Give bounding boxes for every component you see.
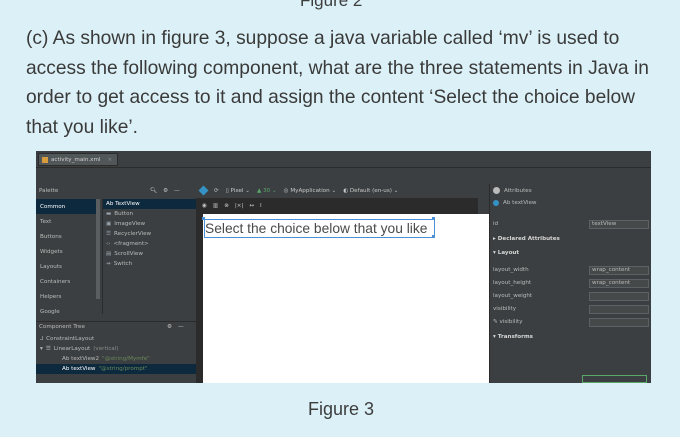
attr-value-field[interactable] (589, 291, 649, 301)
close-icon[interactable]: × (107, 157, 112, 163)
attr-value-field[interactable] (589, 317, 649, 327)
attr-value-field[interactable]: wrap_content (589, 278, 649, 288)
tree-node[interactable]: Ab textView2 "@string/Mymfe" (36, 354, 196, 364)
image-icon: ▣ (106, 221, 112, 227)
list-icon: ☰ (106, 231, 112, 237)
figure-caption: Figure 3 (308, 399, 375, 419)
pack-icon[interactable]: ↔ (249, 203, 254, 209)
palette-category[interactable]: Buttons (36, 229, 96, 244)
palette-category[interactable]: Containers (36, 274, 96, 289)
selected-component: Ab textView (490, 197, 651, 208)
tools-icon: ✎ (493, 319, 498, 325)
palette-widget[interactable]: ▬ Button (103, 209, 196, 219)
palette-scrollbar[interactable] (96, 199, 100, 299)
attr-row: layout_width wrap_content (490, 264, 651, 276)
declared-attributes-section[interactable]: ▸ Declared Attributes (493, 236, 560, 242)
device-selector[interactable]: ▯ Pixel ⌄ (226, 188, 250, 194)
palette-category[interactable]: Layouts (36, 259, 96, 274)
id-field[interactable]: textView (589, 219, 649, 229)
switch-icon: ⇸ (106, 261, 111, 267)
palette-category[interactable]: Widgets (36, 244, 96, 259)
palette-widget[interactable]: ⇸ Switch (103, 259, 196, 269)
tree-node[interactable]: ⅃ ConstraintLayout (36, 334, 196, 344)
margin-icon[interactable]: |×| (235, 203, 243, 209)
align-icon[interactable]: I (260, 203, 262, 209)
attr-row: ✎ visibility (490, 316, 651, 328)
resize-handle[interactable] (202, 217, 205, 220)
question-text: (c) As shown in figure 3, suppose a java… (26, 28, 649, 138)
linear-layout-icon: ☰ (45, 346, 51, 352)
component-icon (493, 199, 499, 206)
button-icon: ▬ (106, 211, 112, 217)
palette-widget[interactable]: ▣ ImageView (103, 219, 196, 229)
attr-row-id: id textView (490, 218, 651, 230)
layout-section[interactable]: ▾ Layout (493, 250, 519, 256)
info-icon (493, 187, 500, 194)
theme-selector[interactable]: ◎ MyApplication ⌄ (284, 188, 337, 194)
minimize-icon[interactable]: — (174, 188, 180, 194)
design-mode-icon[interactable] (198, 185, 209, 196)
transform-preview (582, 375, 647, 383)
android-studio-screenshot: activity_main.xml × Palette 🔍︎ ⚙ — ⟳ ▯ P… (36, 151, 651, 383)
palette-category[interactable]: Google (36, 304, 96, 319)
component-tree-tools: ⚙ — (167, 321, 184, 332)
minimize-icon[interactable]: — (178, 324, 184, 330)
attributes-header: Attributes (490, 184, 651, 197)
palette-categories: Common Text Buttons Widgets Layouts Cont… (36, 199, 96, 315)
gear-icon[interactable]: ⚙ (167, 324, 172, 330)
attr-value-field[interactable]: wrap_content (589, 265, 649, 275)
palette-widget[interactable]: ‹› <fragment> (103, 239, 196, 249)
constraint-layout-icon: ⅃ (40, 336, 44, 342)
palette-tools: 🔍︎ ⚙ — (150, 184, 180, 197)
palette-category[interactable]: Text (36, 214, 96, 229)
file-tab[interactable]: activity_main.xml × (38, 153, 118, 166)
magnet-icon[interactable]: ⊗ (224, 203, 229, 209)
tree-node-selected[interactable]: Ab textView "@string/prompt" (36, 364, 196, 374)
resize-handle[interactable] (432, 217, 435, 220)
palette-widgets: Ab TextView ▬ Button ▣ ImageView ☰ Recycler… (102, 199, 196, 314)
attr-row: visibility (490, 303, 651, 315)
editor-tabs: activity_main.xml × (36, 151, 651, 168)
attr-value-field[interactable] (589, 304, 649, 314)
selected-textview[interactable]: Select the choice below that you like (204, 219, 435, 238)
palette-category[interactable]: Helpers (36, 289, 96, 304)
tree-node[interactable]: ▾ ☰ LinearLayout (vertical) (36, 344, 196, 354)
device-canvas[interactable] (203, 214, 489, 383)
blueprint-icon[interactable]: ▥ (213, 203, 218, 209)
fragment-icon: ‹› (106, 241, 111, 247)
search-icon[interactable]: 🔍︎ (150, 188, 157, 194)
palette-category[interactable]: Common (36, 199, 96, 214)
palette-widget[interactable]: ▤ ScrollView (103, 249, 196, 259)
api-selector[interactable]: ▲ 30 ⌄ (257, 188, 277, 194)
scroll-icon: ▤ (106, 251, 112, 257)
locale-selector[interactable]: ◐ Default (en-us) ⌄ (343, 188, 398, 194)
gear-icon[interactable]: ⚙ (163, 188, 168, 194)
attributes-panel: Attributes Ab textView id textView ▸ Dec… (489, 184, 651, 383)
component-tree: ⅃ ConstraintLayout ▾ ☰ LinearLayout (vertica… (36, 334, 196, 374)
design-surface-toolbar: ◉ ▥ ⊗ |×| ↔ I (196, 200, 478, 212)
attr-row: layout_weight (490, 290, 651, 302)
file-tab-label: activity_main.xml (51, 156, 101, 163)
palette-widget[interactable]: ☰ RecyclerView (103, 229, 196, 239)
transforms-section[interactable]: ▾ Transforms (493, 334, 533, 340)
design-toolbar: ⟳ ▯ Pixel ⌄ ▲ 30 ⌄ ◎ MyApplication ⌄ ◐ D… (196, 184, 478, 197)
previous-figure-caption: Figure 2 (300, 0, 363, 10)
orientation-icon[interactable]: ⟳ (214, 188, 219, 194)
expand-icon[interactable]: ▾ (40, 346, 43, 352)
xml-file-icon (42, 156, 48, 163)
resize-handle[interactable] (432, 235, 435, 238)
eye-icon[interactable]: ◉ (202, 203, 207, 209)
attr-row: layout_height wrap_content (490, 277, 651, 289)
palette-widget[interactable]: Ab TextView (103, 199, 196, 209)
